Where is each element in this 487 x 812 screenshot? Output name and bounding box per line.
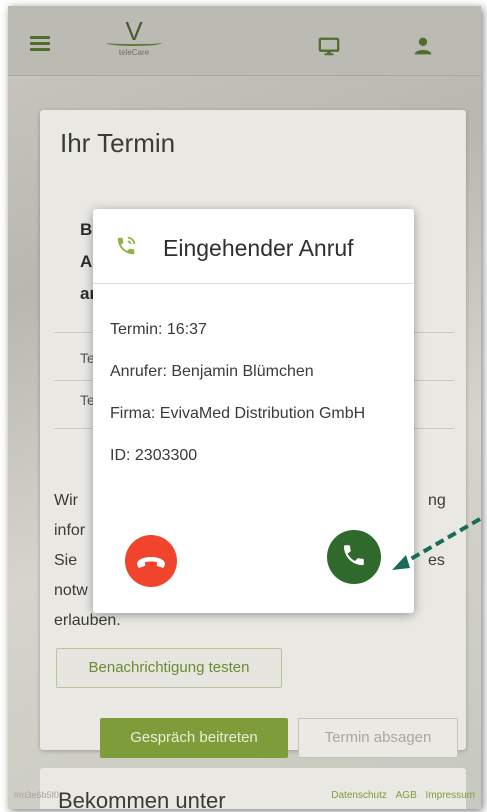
caller-name: Anrufer: Benjamin Blümchen [110,363,314,380]
footer: #m3e6b5f0 Datenschutz AGB Impressum [8,784,481,809]
footer-id: #m3e6b5f0 [14,790,60,800]
terms-link[interactable]: AGB [396,790,417,801]
decline-call-button[interactable] [125,535,177,587]
phone-ring-icon [117,236,136,255]
pointer-arrow-icon [392,517,481,570]
call-time: Termin: 16:37 [110,321,207,338]
menu-icon[interactable] [30,36,50,51]
card-text-fragment: ng [428,492,446,509]
telecare-logo[interactable]: V teleCare [104,18,164,68]
logo-text: teleCare [118,48,150,57]
modal-header: Eingehender Anruf [93,209,414,284]
footer-links: Datenschutz AGB Impressum [325,790,475,801]
imprint-link[interactable]: Impressum [426,790,475,801]
privacy-link[interactable]: Datenschutz [331,790,387,801]
accept-call-icon [344,545,364,566]
modal-title: Eingehender Anruf [163,235,354,261]
decline-call-icon [137,557,165,568]
user-icon[interactable] [413,36,433,56]
test-notification-button[interactable]: Benachrichtigung testen [56,648,282,688]
top-navigation-bar: V teleCare [8,6,481,76]
monitor-icon[interactable] [318,36,340,58]
call-id: ID: 2303300 [110,447,198,464]
incoming-call-modal: Eingehender Anruf Termin: 16:37 Anrufer:… [93,209,414,613]
card-title: Ihr Termin [60,128,176,158]
cancel-appointment-button[interactable]: Termin absagen [298,718,458,758]
join-call-button[interactable]: Gespräch beitreten [100,718,288,758]
caller-company: Firma: EvivaMed Distribution GmbH [110,405,366,422]
accept-call-button[interactable] [327,530,381,584]
